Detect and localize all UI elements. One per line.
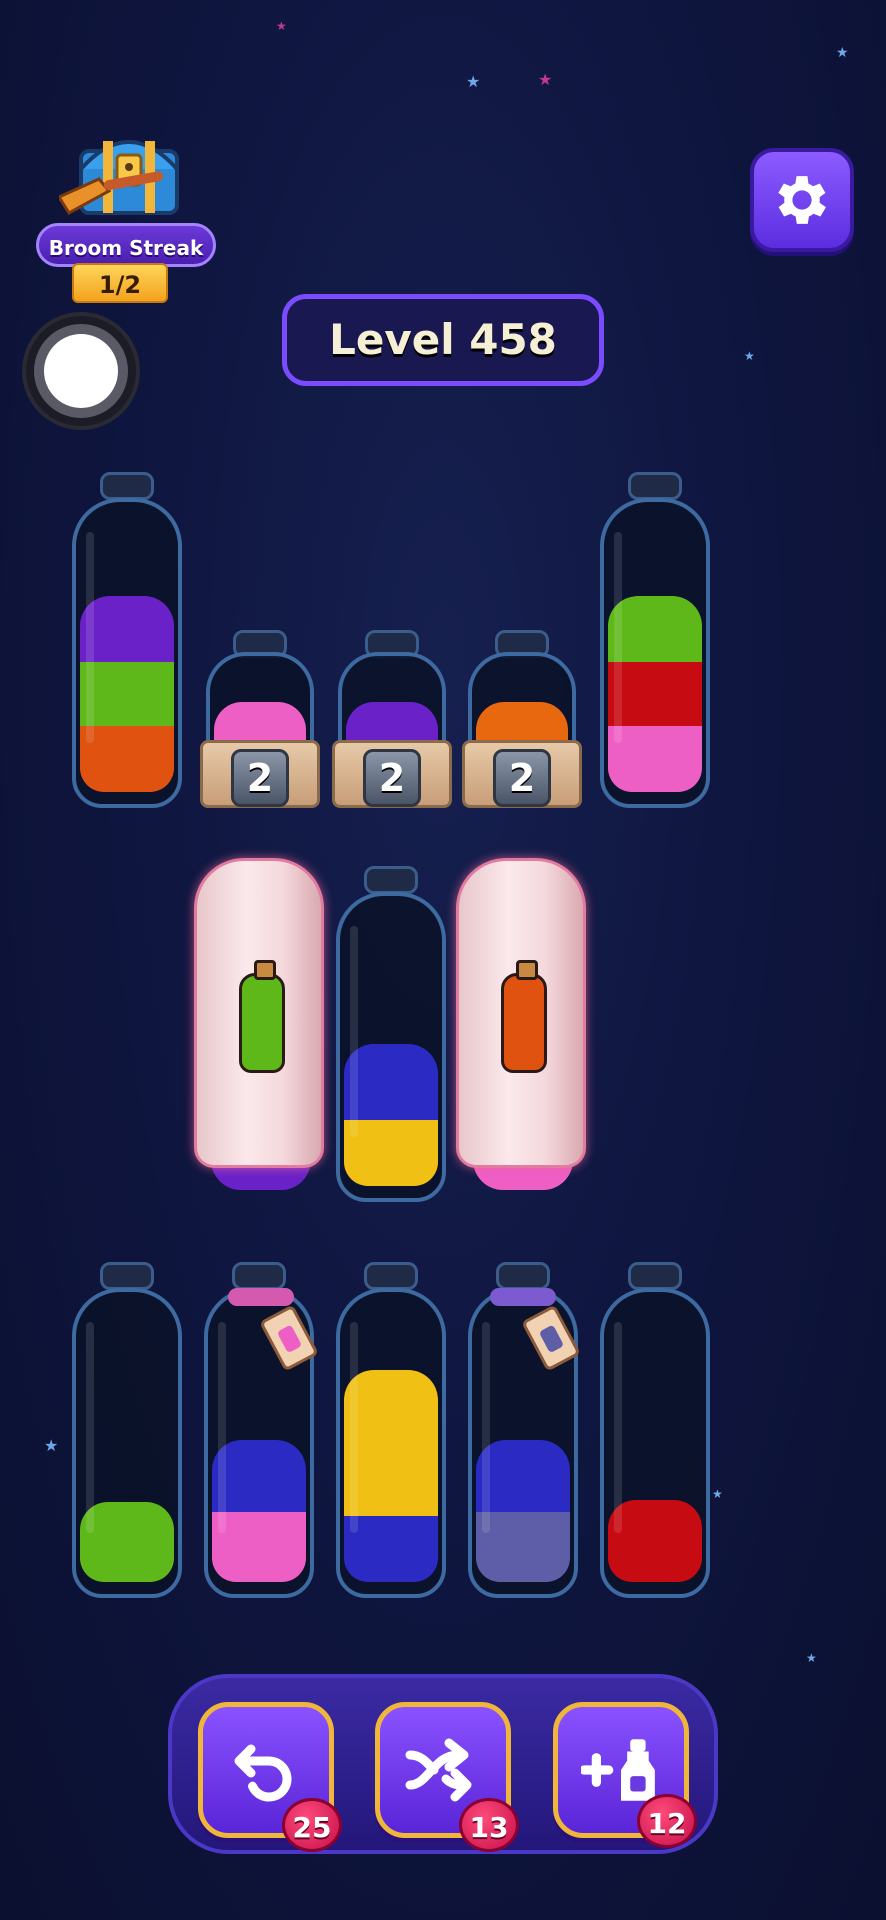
lock-box: 2 (462, 740, 582, 808)
hint-bottle-icon (239, 960, 285, 1073)
bottle-neck (232, 1262, 286, 1290)
lock-count: 2 (363, 749, 421, 807)
bottle-glass (336, 892, 446, 1202)
star-decoration: ★ (712, 1487, 723, 1501)
star-decoration: ★ (538, 70, 553, 89)
bottle-neck (364, 1262, 418, 1290)
liquid-layer-blue (344, 1044, 438, 1120)
bottle-neck (100, 472, 154, 500)
tied-bottle[interactable] (468, 1262, 581, 1598)
gear-icon (778, 176, 826, 224)
liquid-layer-blue (212, 1440, 306, 1512)
bottle[interactable] (336, 866, 446, 1202)
star-decoration: ★ (836, 45, 849, 61)
bottle-neck (364, 866, 418, 894)
liquid-layer-yellow (344, 1370, 438, 1516)
liquid-layer-red (608, 662, 702, 726)
treasure-chest-icon (59, 140, 179, 215)
level-indicator: Level 458 (282, 294, 604, 386)
liquid-layer-green (608, 596, 702, 662)
rope-icon (490, 1288, 556, 1306)
covered-bottle[interactable] (456, 858, 586, 1168)
undo-icon (234, 1744, 292, 1802)
locked-bottle[interactable]: 2 (462, 630, 582, 808)
bottle[interactable] (72, 472, 182, 808)
bottle-neck (100, 1262, 154, 1290)
add-bottle-icon (581, 1739, 655, 1801)
broom-streak-progress: 1/2 (72, 263, 168, 303)
bottle-glass (600, 1288, 710, 1598)
star-decoration: ★ (744, 349, 755, 363)
undo-count-badge: 25 (282, 1798, 342, 1852)
liquid-layer-purple (80, 596, 174, 662)
bottle-glass (336, 1288, 446, 1598)
liquid-layer-red (608, 1500, 702, 1582)
bottle-glass (72, 1288, 182, 1598)
liquid-layer-pink (608, 726, 702, 792)
lock-count: 2 (493, 749, 551, 807)
covered-bottle[interactable] (194, 858, 324, 1168)
bottle-glass (600, 498, 710, 808)
settings-button[interactable] (750, 148, 854, 252)
bottle-neck (496, 1262, 550, 1290)
liquid-layer-blue (476, 1440, 570, 1512)
add-bottle-count-badge: 12 (637, 1794, 697, 1848)
shuffle-count-badge: 13 (459, 1798, 519, 1852)
liquid-layer-yellow (344, 1120, 438, 1186)
bottle[interactable] (72, 1262, 182, 1598)
bottle[interactable] (600, 1262, 710, 1598)
broom-streak-title: Broom Streak (36, 223, 216, 267)
liquid-layer-slate (476, 1512, 570, 1582)
lock-box: 2 (332, 740, 452, 808)
bottle-neck (628, 1262, 682, 1290)
lock-count: 2 (231, 749, 289, 807)
broom-streak-widget[interactable]: Broom Streak 1/2 (14, 115, 216, 305)
liquid-layer-green (80, 662, 174, 726)
tied-bottle[interactable] (204, 1262, 319, 1598)
rope-icon (228, 1288, 294, 1306)
lock-box: 2 (200, 740, 320, 808)
record-button[interactable] (22, 312, 140, 430)
star-decoration: ★ (44, 1436, 59, 1455)
shuffle-icon (405, 1738, 472, 1802)
bottle[interactable] (600, 472, 710, 808)
bottle[interactable] (336, 1262, 446, 1598)
record-icon (44, 334, 118, 408)
locked-bottle[interactable]: 2 (200, 630, 320, 808)
locked-bottle[interactable]: 2 (332, 630, 452, 808)
star-decoration: ★ (806, 1651, 817, 1665)
star-decoration: ★ (276, 19, 287, 33)
bottle-neck (628, 472, 682, 500)
liquid-layer-green (80, 1502, 174, 1582)
bottle-glass (72, 498, 182, 808)
liquid-layer-blue (344, 1516, 438, 1582)
star-decoration: ★ (466, 72, 481, 91)
hint-bottle-icon (501, 960, 547, 1073)
liquid-layer-pink (212, 1512, 306, 1582)
liquid-layer-orange (80, 726, 174, 792)
